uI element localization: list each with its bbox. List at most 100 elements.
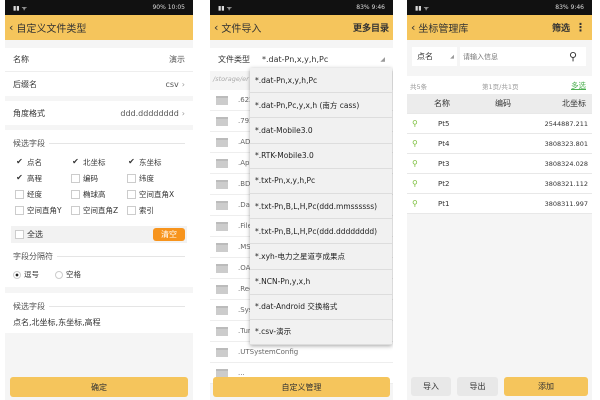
checkbox-empty[interactable] (15, 190, 24, 199)
search-icon[interactable]: ⚲ (560, 47, 586, 66)
file-type-label: 文件类型 (218, 55, 250, 64)
header: ‹ 文件导入 更多目录 (210, 15, 393, 40)
add-button[interactable]: 添加 (504, 377, 588, 396)
radio-space-label: 空格 (66, 270, 81, 279)
suffix-value: csv (165, 79, 179, 89)
folder-icon (216, 96, 228, 105)
field-checkbox[interactable]: 经度 (15, 189, 42, 200)
file-type-option[interactable]: *.RTK-Mobile3.0 (250, 144, 392, 169)
checkmark-icon[interactable]: ✔ (15, 174, 24, 183)
clear-button[interactable]: 清空 (153, 228, 185, 241)
search-field-select[interactable]: 点名 ◢ (412, 47, 457, 66)
checkmark-icon[interactable]: ✔ (15, 158, 24, 167)
field-label: 纬度 (139, 174, 154, 183)
checkmark-icon[interactable]: ✔ (71, 158, 80, 167)
folder-icon (216, 222, 228, 231)
table-row[interactable]: ⚲ Pt2 3808321.112 (407, 174, 592, 194)
export-button[interactable]: 导出 (457, 377, 498, 396)
table-row[interactable]: ⚲ Pt1 3808311.997 (407, 194, 592, 214)
field-checkbox[interactable]: 椭球高 (71, 189, 106, 200)
point-pin-icon: ⚲ (412, 199, 418, 208)
separator-section-title: 字段分隔符 (13, 251, 185, 262)
record-count: 共5条 (410, 83, 428, 91)
radio-space[interactable]: 空格 (55, 269, 81, 280)
file-type-option[interactable]: *.csv-演示 (250, 320, 392, 346)
file-type-select[interactable]: *.dat-Pn,x,y,h,Pc (262, 55, 328, 64)
field-checkbox[interactable]: ✔ 点名 (15, 157, 42, 168)
point-name: Pt4 (438, 139, 450, 148)
checkbox-empty[interactable] (15, 206, 24, 215)
select-all-checkbox[interactable] (15, 230, 24, 239)
battery-text: 83% (356, 4, 370, 11)
more-directories-button[interactable]: 更多目录 (353, 21, 389, 34)
file-type-option[interactable]: *.txt-Pn,B,L,H,Pc(ddd.dddddddd) (250, 219, 392, 245)
name-row[interactable]: 名称 演示 (5, 48, 193, 72)
checkbox-empty[interactable] (71, 190, 80, 199)
folder-name: ... (238, 369, 245, 377)
more-menu-icon[interactable]: ⋮ (575, 21, 586, 34)
dropdown-triangle-icon: ◢ (380, 56, 385, 63)
folder-icon (216, 159, 228, 168)
field-label: 椭球高 (83, 190, 106, 199)
screen-custom-file-type: ▮▮ ᯤ 90% 10:05 ‹ 自定义文件类型 名称 演示 后缀名 csv › 角度格式… (5, 0, 193, 400)
import-button[interactable]: 导入 (411, 377, 451, 396)
custom-manage-button[interactable]: 自定义管理 (213, 377, 390, 397)
point-north: 2544887.211 (544, 119, 588, 128)
battery-text: 90% (152, 4, 166, 11)
folder-row[interactable]: .UTSystemConfig (210, 342, 393, 363)
field-label: 空间直角Y (27, 206, 62, 215)
folder-icon (216, 138, 228, 147)
back-icon[interactable]: ‹ (411, 21, 415, 34)
checkbox-empty[interactable] (127, 206, 136, 215)
point-pin-icon: ⚲ (412, 159, 418, 168)
angle-format-row[interactable]: 角度格式 ddd.dddddddd › (5, 101, 193, 125)
field-label: 高程 (27, 174, 42, 183)
field-checkbox[interactable]: ✔ 东坐标 (127, 157, 161, 168)
back-icon[interactable]: ‹ (214, 21, 218, 34)
file-type-option[interactable]: *.dat-Pn,x,y,h,Pc (250, 68, 392, 94)
file-type-option[interactable]: *.txt-Pn,x,y,h,Pc (250, 169, 392, 194)
folder-icon (216, 180, 228, 189)
field-checkbox[interactable]: 编码 (71, 173, 98, 184)
signal-icon: ▮▮ ᯤ (218, 4, 232, 12)
table-row[interactable]: ⚲ Pt5 2544887.211 (407, 114, 592, 134)
filter-button[interactable]: 筛选 (552, 21, 570, 34)
file-type-option[interactable]: *.xyh-电力之星道亨成果点 (250, 244, 392, 270)
field-checkbox[interactable]: 空间直角X (127, 189, 174, 200)
confirm-button[interactable]: 确定 (10, 377, 188, 397)
file-type-option[interactable]: *.txt-Pn,B,L,H,Pc(ddd.mmssssss) (250, 194, 392, 220)
checkmark-icon[interactable]: ✔ (127, 158, 136, 167)
field-checkbox[interactable]: 空间直角Z (71, 205, 118, 216)
back-icon[interactable]: ‹ (9, 21, 13, 34)
search-input[interactable] (460, 47, 560, 66)
radio-comma[interactable]: 逗号 (13, 269, 39, 280)
table-header: 名称 编码 北坐标 (407, 94, 592, 114)
field-checkbox[interactable]: ✔ 高程 (15, 173, 42, 184)
suffix-row[interactable]: 后缀名 csv › (5, 72, 193, 96)
multi-select-button[interactable]: 多选 (571, 80, 586, 91)
file-type-option[interactable]: *.dat-Pn,Pc,y,x,h (南方 cass) (250, 93, 392, 119)
table-row[interactable]: ⚲ Pt4 3808323.801 (407, 134, 592, 154)
file-type-option[interactable]: *.dat-Android 交换格式 (250, 295, 392, 320)
checkbox-empty[interactable] (71, 174, 80, 183)
field-label: 编码 (83, 174, 98, 183)
column-name: 名称 (434, 99, 450, 108)
point-pin-icon: ⚲ (412, 119, 418, 128)
file-type-option[interactable]: *.dat-Mobile3.0 (250, 118, 392, 144)
field-checkbox[interactable]: 空间直角Y (15, 205, 62, 216)
point-north: 3808323.801 (544, 139, 588, 148)
select-all-label: 全选 (27, 230, 43, 239)
search-field-label: 点名 (417, 52, 433, 61)
checkbox-empty[interactable] (71, 206, 80, 215)
field-checkbox[interactable]: 索引 (127, 205, 154, 216)
time-text: 10:05 (167, 4, 185, 11)
folder-icon (216, 243, 228, 252)
checkbox-empty[interactable] (127, 174, 136, 183)
header: ‹ 坐标管理库 筛选 ⋮ (407, 15, 592, 40)
field-checkbox[interactable]: 纬度 (127, 173, 154, 184)
field-checkbox[interactable]: ✔ 北坐标 (71, 157, 105, 168)
table-row[interactable]: ⚲ Pt3 3808324.028 (407, 154, 592, 174)
checkbox-empty[interactable] (127, 190, 136, 199)
file-type-option[interactable]: *.NCN-Pn,y,x,h (250, 270, 392, 295)
status-bar: ▮▮ ᯤ 83% 9:46 (210, 0, 393, 15)
